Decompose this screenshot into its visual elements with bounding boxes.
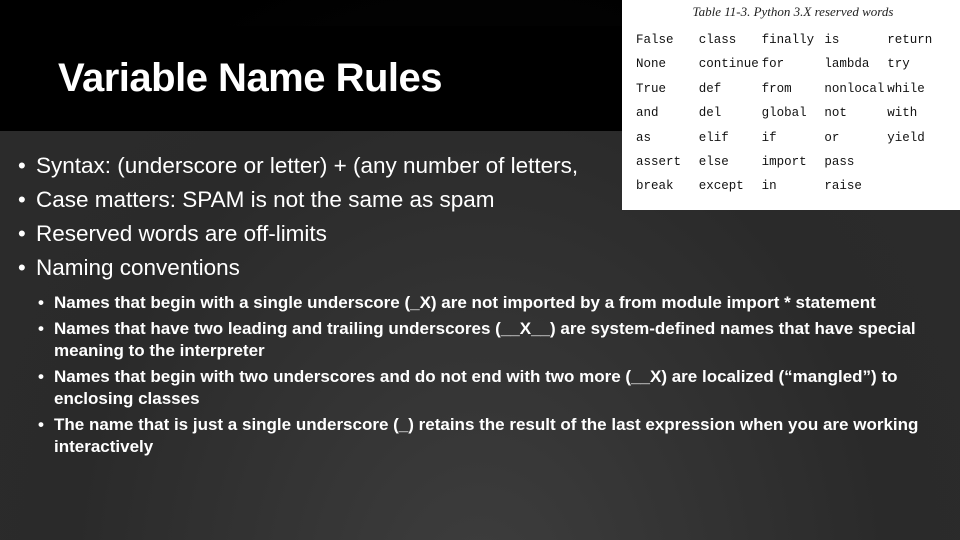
keyword-cell: import xyxy=(762,150,825,174)
sub-bullet: Names that have two leading and trailing… xyxy=(14,318,946,362)
keyword-cell: for xyxy=(762,52,825,76)
keyword-cell: lambda xyxy=(824,52,887,76)
keyword-col-1: class continue def del elif else except xyxy=(699,28,762,199)
sub-bullet: The name that is just a single underscor… xyxy=(14,414,946,458)
slide-title: Variable Name Rules xyxy=(58,56,442,101)
keyword-cell: if xyxy=(762,126,825,150)
keyword-col-4: return try while with yield xyxy=(887,28,950,199)
keyword-cell: yield xyxy=(887,126,950,150)
table-caption: Table 11-3. Python 3.X reserved words xyxy=(636,4,950,20)
sub-bullet: Names that begin with a single underscor… xyxy=(14,292,946,314)
keyword-cell: assert xyxy=(636,150,699,174)
keyword-grid: False None True and as assert break clas… xyxy=(636,28,950,199)
keyword-cell: and xyxy=(636,101,699,125)
keyword-cell: finally xyxy=(762,28,825,52)
main-bullet: Reserved words are off-limits xyxy=(14,218,946,250)
keyword-cell: is xyxy=(824,28,887,52)
keyword-cell: break xyxy=(636,174,699,198)
keyword-cell: elif xyxy=(699,126,762,150)
keyword-cell: not xyxy=(824,101,887,125)
main-bullet: Naming conventions xyxy=(14,252,946,284)
keyword-cell: in xyxy=(762,174,825,198)
keyword-cell: or xyxy=(824,126,887,150)
keyword-cell: nonlocal xyxy=(824,77,887,101)
keyword-cell: raise xyxy=(824,174,887,198)
keyword-col-3: is lambda nonlocal not or pass raise xyxy=(824,28,887,199)
slide: Variable Name Rules Table 11-3. Python 3… xyxy=(0,0,960,540)
keyword-col-2: finally for from global if import in xyxy=(762,28,825,199)
keyword-cell: global xyxy=(762,101,825,125)
reserved-words-table: Table 11-3. Python 3.X reserved words Fa… xyxy=(622,0,960,210)
keyword-cell: else xyxy=(699,150,762,174)
sub-bullet-list: Names that begin with a single underscor… xyxy=(14,292,946,459)
keyword-cell: with xyxy=(887,101,950,125)
keyword-cell: del xyxy=(699,101,762,125)
keyword-cell: as xyxy=(636,126,699,150)
keyword-cell: False xyxy=(636,28,699,52)
sub-bullet: Names that begin with two underscores an… xyxy=(14,366,946,410)
keyword-col-0: False None True and as assert break xyxy=(636,28,699,199)
keyword-cell: from xyxy=(762,77,825,101)
keyword-cell: None xyxy=(636,52,699,76)
keyword-cell: while xyxy=(887,77,950,101)
keyword-cell: True xyxy=(636,77,699,101)
keyword-cell: pass xyxy=(824,150,887,174)
keyword-cell: continue xyxy=(699,52,762,76)
keyword-cell: try xyxy=(887,52,950,76)
keyword-cell: except xyxy=(699,174,762,198)
keyword-cell: def xyxy=(699,77,762,101)
keyword-cell: return xyxy=(887,28,950,52)
keyword-cell: class xyxy=(699,28,762,52)
